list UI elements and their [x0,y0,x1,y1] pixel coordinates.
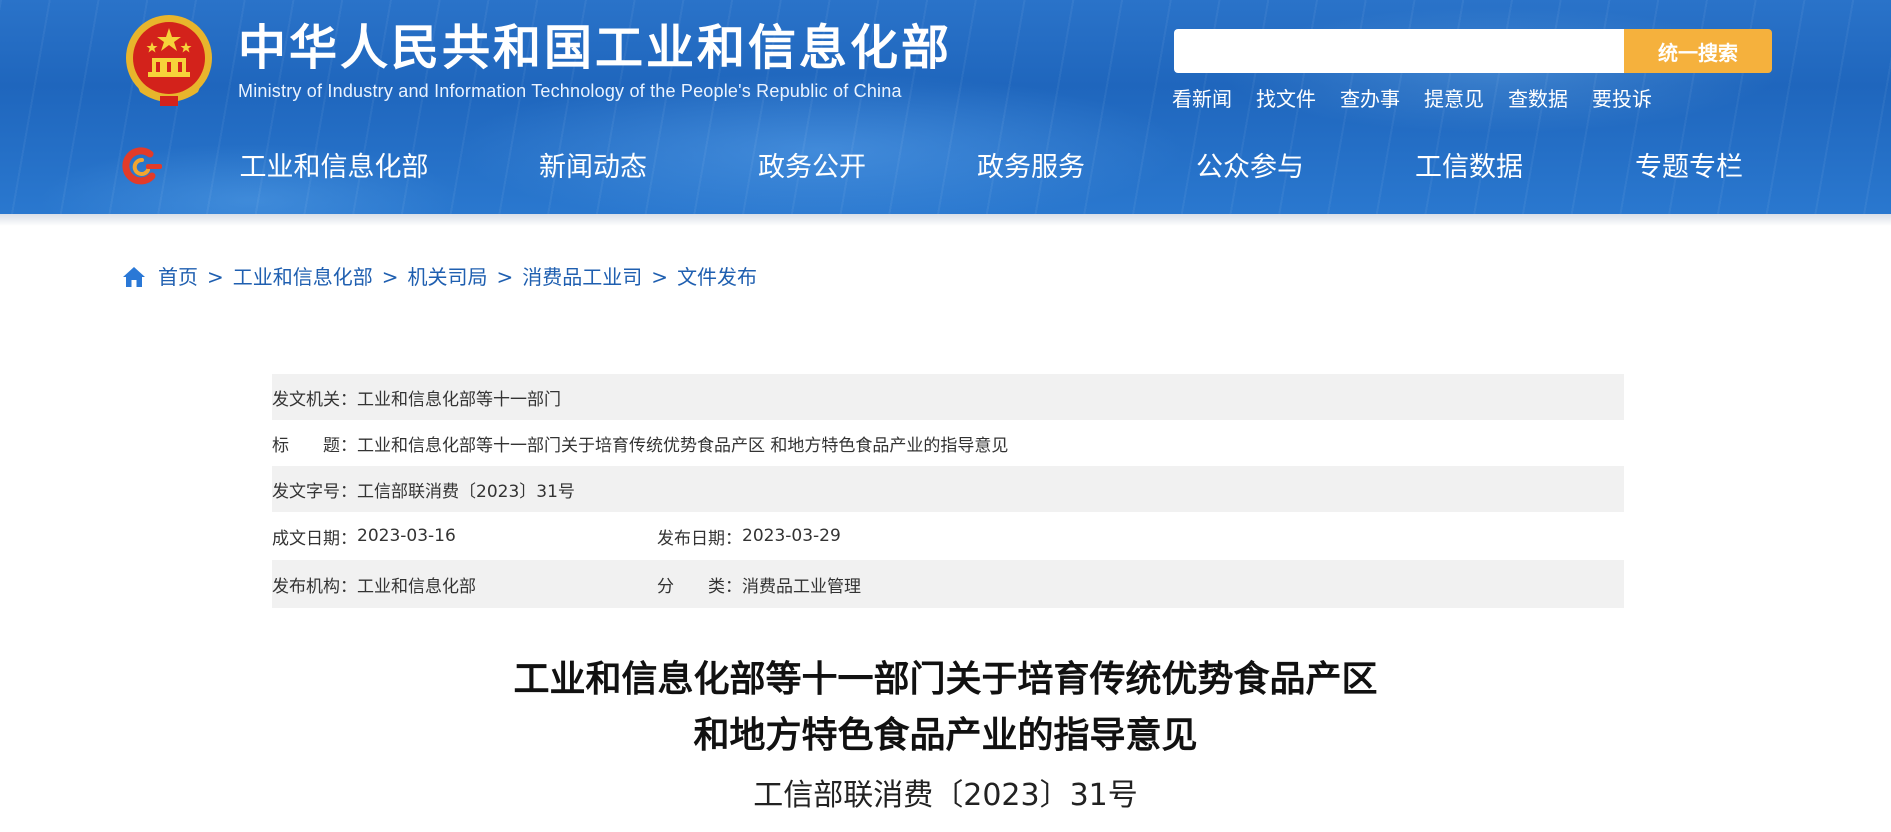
nav-item-open-government[interactable]: 政务公开 [758,140,866,196]
nav-item-data[interactable]: 工信数据 [1415,140,1523,196]
written-date-value: 2023-03-16 [357,526,456,546]
document-title-line-1: 工业和信息化部等十一部门关于培育传统优势食品产区 [513,659,1378,700]
breadcrumb-home[interactable]: 首页 [158,262,198,292]
breadcrumb-ministry[interactable]: 工业和信息化部 [233,262,373,292]
issuer-value: 工业和信息化部等十一部门 [357,389,561,410]
meta-cell: 发文机关： 工业和信息化部等十一部门 [272,385,561,410]
category-label: 分 类： [657,576,742,597]
site-title: 中华人民共和国工业和信息化部 [238,20,953,76]
main-nav: 工业和信息化部 新闻动态 政务公开 政务服务 公众参与 工信数据 专题专栏 [0,140,1891,196]
nav-item-public-participation[interactable]: 公众参与 [1196,140,1304,196]
quick-link-services[interactable]: 查办事 [1340,84,1400,114]
quick-link-files[interactable]: 找文件 [1256,84,1316,114]
issuer-label: 发文机关： [272,389,357,410]
org-label: 发布机构： [272,576,357,597]
document-title-line-2: 和地方特色食品产业的指导意见 [693,715,1198,756]
written-date-label: 成文日期： [272,528,357,549]
breadcrumb-separator: > [207,265,224,289]
meta-row-title: 标 题： 工业和信息化部等十一部门关于培育传统优势食品产区 和地方特色食品产业的… [272,420,1624,466]
search-input[interactable] [1174,29,1624,73]
meta-row-org-category: 发布机构： 工业和信息化部 分 类： 消费品工业管理 [272,560,1624,608]
nav-item-news[interactable]: 新闻动态 [539,140,647,196]
quick-links: 看新闻 找文件 查办事 提意见 查数据 要投诉 [1172,84,1676,114]
breadcrumb-document-release[interactable]: 文件发布 [677,262,757,292]
document-title: 工业和信息化部等十一部门关于培育传统优势食品产区 和地方特色食品产业的指导意见 [0,652,1891,764]
published-date-label: 发布日期： [657,528,742,549]
quick-link-news[interactable]: 看新闻 [1172,84,1232,114]
breadcrumb-separator: > [496,265,514,289]
meta-cell: 发布日期： 2023-03-29 [657,524,841,549]
site-header: 中华人民共和国工业和信息化部 Ministry of Industry and … [0,0,1891,214]
breadcrumb-separator: > [651,265,669,289]
doc-number-label: 发文字号： [272,481,357,502]
breadcrumb-separator: > [381,265,399,289]
home-icon[interactable] [122,266,146,288]
title-value: 工业和信息化部等十一部门关于培育传统优势食品产区 和地方特色食品产业的指导意见 [357,435,1009,456]
unified-search-button[interactable]: 统一搜索 [1624,29,1772,73]
org-value: 工业和信息化部 [357,576,476,597]
meta-row-doc-number: 发文字号： 工信部联消费〔2023〕31号 [272,466,1624,512]
meta-cell: 标 题： 工业和信息化部等十一部门关于培育传统优势食品产区 和地方特色食品产业的… [272,431,1008,456]
title-label: 标 题： [272,435,357,456]
document-number: 工信部联消费〔2023〕31号 [753,778,1138,813]
meta-cell: 分 类： 消费品工业管理 [657,572,861,597]
meta-cell: 成文日期： 2023-03-16 [272,524,657,549]
published-date-value: 2023-03-29 [742,526,841,546]
header-shadow [0,214,1891,226]
document-meta-table: 发文机关： 工业和信息化部等十一部门 标 题： 工业和信息化部等十一部门关于培育… [272,374,1624,608]
quick-link-feedback[interactable]: 提意见 [1424,84,1484,114]
meta-row-issuer: 发文机关： 工业和信息化部等十一部门 [272,374,1624,420]
nav-item-special-topics[interactable]: 专题专栏 [1635,140,1743,196]
breadcrumb-departments[interactable]: 机关司局 [408,262,488,292]
meta-cell: 发文字号： 工信部联消费〔2023〕31号 [272,477,575,502]
nav-item-government-services[interactable]: 政务服务 [977,140,1085,196]
site-subtitle: Ministry of Industry and Information Tec… [238,81,902,101]
national-emblem-icon[interactable] [122,12,216,110]
nav-item-ministry[interactable]: 工业和信息化部 [240,140,429,196]
category-value: 消费品工业管理 [742,576,861,597]
doc-number-value: 工信部联消费〔2023〕31号 [357,481,575,502]
meta-row-dates: 成文日期： 2023-03-16 发布日期： 2023-03-29 [272,512,1624,560]
quick-link-data[interactable]: 查数据 [1508,84,1568,114]
meta-cell: 发布机构： 工业和信息化部 [272,572,657,597]
quick-link-complaint[interactable]: 要投诉 [1592,84,1652,114]
breadcrumb: 首页 > 工业和信息化部 > 机关司局 > 消费品工业司 > 文件发布 [122,262,757,292]
breadcrumb-consumer-goods-dept[interactable]: 消费品工业司 [522,262,642,292]
